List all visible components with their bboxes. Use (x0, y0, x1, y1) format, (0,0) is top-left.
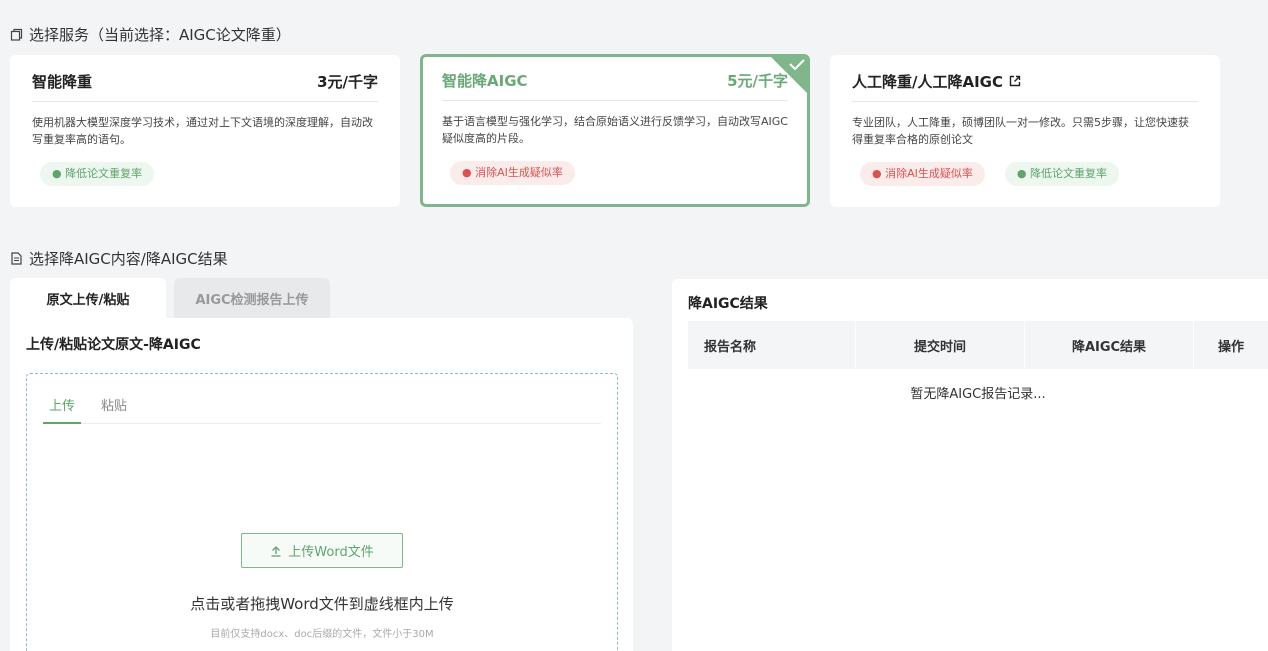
results-panel: 降AIGC结果 报告名称 提交时间 降AIGC结果 操作 暂无降AIGC报告记录… (672, 279, 1268, 651)
service-card-smart-rewrite[interactable]: 智能降重 3元/千字 使用机器大模型深度学习技术，通过对上下文语境的深度理解，自… (10, 55, 400, 207)
subtab-upload[interactable]: 上传 (43, 396, 82, 424)
subtab-paste[interactable]: 粘贴 (95, 396, 133, 424)
tag-remove-ai-suspicion: ● 消除AI生成疑似率 (450, 161, 575, 185)
divider (32, 101, 378, 102)
service-name: 智能降AIGC (442, 71, 528, 90)
tab-original-upload[interactable]: 原文上传/粘贴 (10, 278, 166, 318)
service-description: 专业团队，人工降重，硕博团队一对一修改。只需5步骤，让您快速获得重复率合格的原创… (852, 116, 1189, 146)
divider (852, 101, 1198, 102)
service-name: 人工降重/人工降AIGC (852, 72, 1003, 91)
column-submit-time: 提交时间 (856, 321, 1025, 369)
document-icon (11, 252, 22, 265)
results-table-header: 报告名称 提交时间 降AIGC结果 操作 (688, 321, 1268, 369)
service-section-title: 选择服务（当前选择：AIGC论文降重） (10, 24, 291, 45)
results-title: 降AIGC结果 (688, 296, 768, 312)
tab-aigc-report-upload[interactable]: AIGC检测报告上传 (174, 278, 330, 318)
file-format-hint: 目前仅支持docx、doc后缀的文件，文件小于30M (210, 629, 434, 640)
upload-sub-tabs: 上传 粘贴 (43, 396, 601, 424)
service-description: 基于语言模型与强化学习，结合原始语义进行反馈学习，自动改写AIGC疑似度高的片段… (442, 115, 788, 145)
column-aigc-result: 降AIGC结果 (1025, 321, 1194, 369)
content-section-title: 选择降AIGC内容/降AIGC结果 (10, 248, 228, 269)
upload-panel: 上传/粘贴论文原文-降AIGC 上传 粘贴 上传Word文件 点击或者拖拽Wor… (10, 318, 633, 651)
service-description: 使用机器大模型深度学习技术，通过对上下文语境的深度理解，自动改写重复率高的语句。 (32, 116, 373, 146)
service-name: 智能降重 (32, 72, 93, 91)
column-report-name: 报告名称 (688, 321, 856, 369)
tag-reduce-duplication: ● 降低论文重复率 (40, 162, 155, 186)
tag-reduce-duplication: ● 降低论文重复率 (1004, 162, 1119, 186)
selected-check-icon (771, 57, 807, 93)
service-price: 3元/千字 (317, 72, 378, 91)
upload-word-button[interactable]: 上传Word文件 (241, 533, 403, 568)
copy-icon (10, 28, 23, 41)
upload-dropzone[interactable]: 上传 粘贴 上传Word文件 点击或者拖拽Word文件到虚线框内上传 目前仅支持… (26, 373, 618, 651)
upload-panel-title: 上传/粘贴论文原文-降AIGC (26, 337, 201, 353)
upload-arrow-icon (271, 545, 281, 557)
external-link-icon[interactable] (1009, 75, 1021, 87)
tag-remove-ai-suspicion: ● 消除AI生成疑似率 (860, 162, 985, 186)
service-section-label: 选择服务（当前选择：AIGC论文降重） (29, 26, 291, 44)
service-card-manual[interactable]: 人工降重/人工降AIGC 专业团队，人工降重，硕博团队一对一修改。只需5步骤，让… (830, 55, 1220, 207)
content-section-label: 选择降AIGC内容/降AIGC结果 (29, 250, 228, 268)
upload-button-label: 上传Word文件 (288, 545, 374, 560)
drop-instruction: 点击或者拖拽Word文件到虚线框内上传 (190, 595, 454, 613)
column-actions: 操作 (1217, 339, 1244, 355)
service-card-smart-aigc[interactable]: 智能降AIGC 5元/千字 基于语言模型与强化学习，结合原始语义进行反馈学习，自… (420, 54, 810, 207)
empty-state-text: 暂无降AIGC报告记录... (910, 387, 1046, 402)
divider (442, 100, 788, 101)
